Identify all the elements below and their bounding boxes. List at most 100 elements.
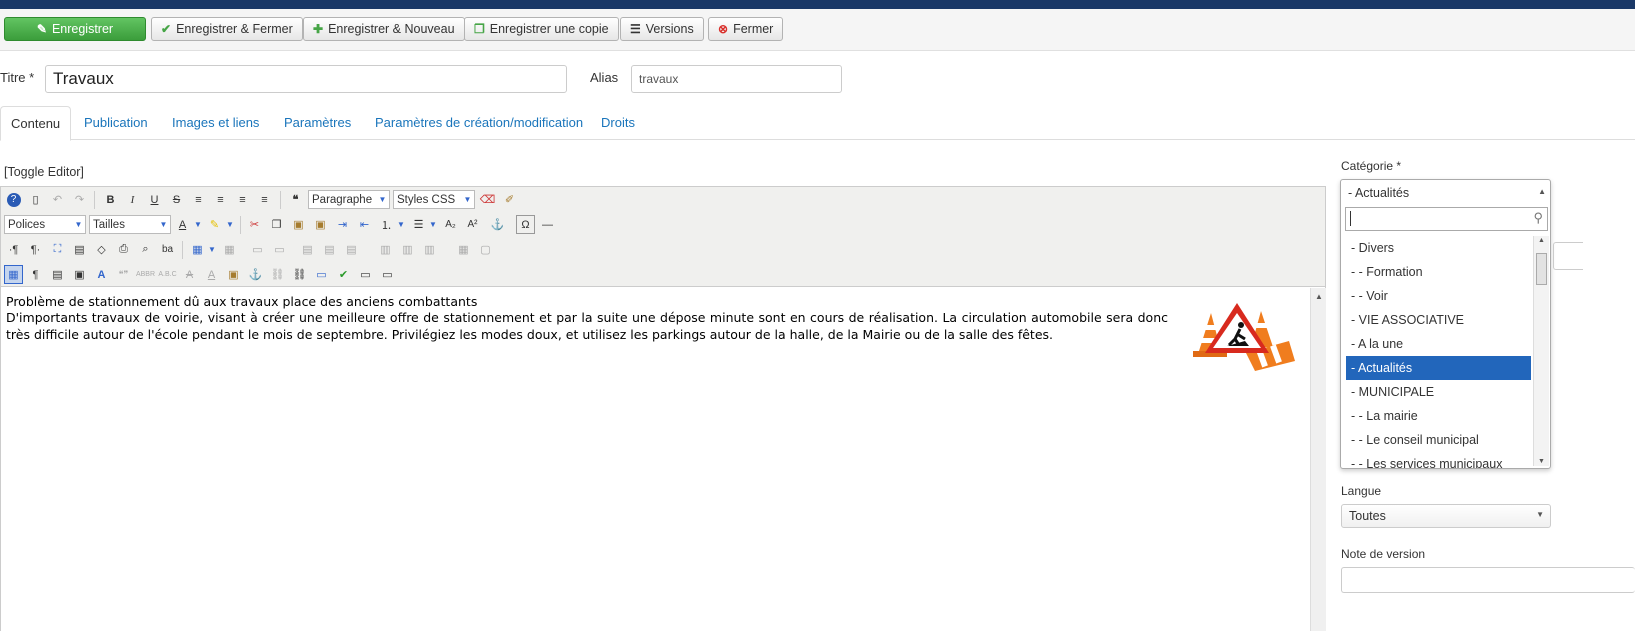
new-document-icon[interactable]: ▯ — [26, 190, 45, 209]
merge-cells-icon[interactable]: ▢ — [476, 240, 495, 259]
category-dropdown[interactable]: - Actualités ▲ ⚲ - Divers - - Formation … — [1340, 179, 1551, 469]
italic-icon[interactable]: I — [123, 190, 142, 209]
save-new-button[interactable]: ✚ Enregistrer & Nouveau — [303, 17, 465, 41]
category-option[interactable]: - - Voir — [1346, 284, 1531, 308]
category-option[interactable]: - Divers — [1346, 236, 1531, 260]
link-icon[interactable]: ⛓ — [290, 265, 309, 284]
row-props-icon[interactable]: ▭ — [248, 240, 267, 259]
format-select[interactable]: Paragraphe ▼ — [308, 190, 390, 209]
chevron-down-icon[interactable]: ▼ — [428, 215, 438, 234]
category-option[interactable]: - VIE ASSOCIATIVE — [1346, 308, 1531, 332]
template-icon[interactable]: ▤ — [48, 265, 67, 284]
alias-input[interactable]: travaux — [631, 65, 842, 93]
delete-table-icon[interactable]: ▦ — [220, 240, 239, 259]
tab-parametres[interactable]: Paramètres — [274, 106, 361, 140]
title-input[interactable]: Travaux — [45, 65, 567, 93]
category-search-input[interactable]: ⚲ — [1345, 207, 1548, 231]
col-before-icon[interactable]: ▥ — [376, 240, 395, 259]
chevron-down-icon[interactable]: ▼ — [207, 240, 217, 259]
superscript-icon[interactable]: A² — [463, 215, 482, 234]
readmore-icon[interactable]: ▭ — [378, 265, 397, 284]
del-icon[interactable]: A — [180, 265, 199, 284]
editor-content-area[interactable]: Problème de stationnement dû aux travaux… — [0, 287, 1326, 631]
cite-icon[interactable]: ❝❞ — [114, 265, 133, 284]
save-button[interactable]: ✎ Enregistrer — [4, 17, 146, 41]
category-option[interactable]: - - Le conseil municipal — [1346, 428, 1531, 452]
tab-parametres-creation[interactable]: Paramètres de création/modification — [365, 106, 593, 140]
omega-icon[interactable]: Ω — [516, 215, 535, 234]
ltr-icon[interactable]: ·¶ — [4, 240, 23, 259]
undo-icon[interactable]: ↶ — [48, 190, 67, 209]
replace-icon[interactable]: ba — [158, 240, 177, 259]
unlink-icon[interactable]: ⛓ — [268, 265, 287, 284]
eraser-icon[interactable]: ⌫ — [478, 190, 497, 209]
pagebreak-icon[interactable]: ▭ — [356, 265, 375, 284]
sizes-select[interactable]: Tailles ▼ — [89, 215, 171, 234]
rtl-icon[interactable]: ¶· — [26, 240, 45, 259]
save-copy-button[interactable]: ❐ Enregistrer une copie — [464, 17, 619, 41]
redo-icon[interactable]: ↷ — [70, 190, 89, 209]
highlight-icon[interactable]: ✎ — [205, 215, 224, 234]
outdent-icon[interactable]: ⇤ — [355, 215, 374, 234]
category-option[interactable]: - A la une — [1346, 332, 1531, 356]
delete-col-icon[interactable]: ▥ — [420, 240, 439, 259]
attribs-icon[interactable]: ▣ — [224, 265, 243, 284]
category-option[interactable]: - - Formation — [1346, 260, 1531, 284]
split-cells-icon[interactable]: ▦ — [454, 240, 473, 259]
cut-icon[interactable]: ✂ — [245, 215, 264, 234]
editor-scrollbar[interactable]: ▲ — [1310, 288, 1326, 631]
underline-icon[interactable]: U — [145, 190, 164, 209]
horizontal-rule-icon[interactable]: — — [538, 215, 557, 234]
numbered-list-icon[interactable]: ⒈ — [377, 215, 396, 234]
paste-icon[interactable]: ▣ — [289, 215, 308, 234]
align-center-icon[interactable]: ≡ — [211, 190, 230, 209]
brush-icon[interactable]: ✐ — [500, 190, 519, 209]
layer-icon[interactable]: ▣ — [70, 265, 89, 284]
acronym-icon[interactable]: A.B.C — [158, 265, 177, 284]
bullet-list-icon[interactable]: ☰ — [409, 215, 428, 234]
category-option[interactable]: - - La mairie — [1346, 404, 1531, 428]
version-note-input[interactable] — [1341, 567, 1635, 593]
anchor-icon[interactable]: ⚓ — [488, 215, 507, 234]
help-icon[interactable]: ? — [4, 190, 23, 209]
scroll-up-icon[interactable]: ▲ — [1315, 292, 1323, 301]
toggle-editor-link[interactable]: [Toggle Editor] — [4, 165, 84, 179]
align-left-icon[interactable]: ≡ — [233, 190, 252, 209]
style-props-icon[interactable]: A — [92, 265, 111, 284]
align-right-icon[interactable]: ≡ — [255, 190, 274, 209]
tab-contenu[interactable]: Contenu — [0, 106, 72, 141]
category-option-selected[interactable]: - Actualités — [1346, 356, 1531, 380]
anchor-icon[interactable]: ⚓ — [246, 265, 265, 284]
language-select[interactable]: Toutes ▼ — [1341, 504, 1551, 528]
strikethrough-icon[interactable]: S — [167, 190, 186, 209]
category-option[interactable]: - MUNICIPALE — [1346, 380, 1531, 404]
styles-select[interactable]: Styles CSS ▼ — [393, 190, 475, 209]
text-color-icon[interactable]: A — [173, 215, 192, 234]
chevron-down-icon[interactable]: ▼ — [225, 215, 235, 234]
category-option[interactable]: - - Les services municipaux — [1346, 452, 1531, 468]
table-icon[interactable]: ▦ — [188, 240, 207, 259]
html-source-icon[interactable]: ◇ — [92, 240, 111, 259]
chevron-down-icon[interactable]: ▼ — [396, 215, 406, 234]
spellcheck-icon[interactable]: ✔ — [334, 265, 353, 284]
fullscreen-icon[interactable]: ⛶ — [48, 240, 67, 259]
tab-images-liens[interactable]: Images et liens — [162, 106, 269, 140]
copy-icon[interactable]: ❐ — [267, 215, 286, 234]
preview-icon[interactable]: ▤ — [70, 240, 89, 259]
align-justify-icon[interactable]: ≡ — [189, 190, 208, 209]
image-icon[interactable]: ▭ — [312, 265, 331, 284]
row-before-icon[interactable]: ▤ — [298, 240, 317, 259]
options-scrollbar[interactable]: ▲ ▼ — [1533, 236, 1549, 466]
scroll-up-icon[interactable]: ▲ — [1538, 237, 1545, 244]
row-after-icon[interactable]: ▤ — [320, 240, 339, 259]
find-icon[interactable]: ⌕ — [136, 240, 155, 259]
show-blocks-icon[interactable]: ¶ — [26, 265, 45, 284]
delete-row-icon[interactable]: ▤ — [342, 240, 361, 259]
fonts-select[interactable]: Polices ▼ — [4, 215, 86, 234]
versions-button[interactable]: ☰ Versions — [620, 17, 704, 41]
ins-icon[interactable]: A — [202, 265, 221, 284]
col-after-icon[interactable]: ▥ — [398, 240, 417, 259]
save-close-button[interactable]: ✔ Enregistrer & Fermer — [151, 17, 303, 41]
chevron-down-icon[interactable]: ▼ — [193, 215, 203, 234]
indent-icon[interactable]: ⇥ — [333, 215, 352, 234]
